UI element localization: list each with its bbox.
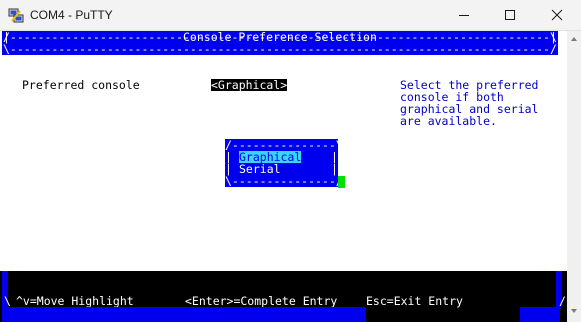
header-border-bottom: \---------------------------------------… <box>3 42 557 56</box>
close-button[interactable] <box>534 0 580 30</box>
hint-move-highlight: ^v=Move Highlight <box>16 294 134 308</box>
preferred-console-value[interactable]: <Graphical> <box>211 79 288 91</box>
title-bar: COM4 - PuTTY <box>0 0 581 31</box>
vertical-scrollbar[interactable] <box>567 31 581 322</box>
scroll-down-icon[interactable] <box>570 307 578 315</box>
hint-exit-entry: Esc=Exit Entry <box>366 294 463 308</box>
maximize-button[interactable] <box>487 0 533 30</box>
window-title: COM4 - PuTTY <box>30 8 113 22</box>
footer-strip-right <box>520 307 560 322</box>
preferred-console-label: Preferred console <box>22 78 140 92</box>
scroll-up-icon[interactable] <box>570 35 578 43</box>
putty-icon <box>8 8 24 23</box>
hint-complete-entry: <Enter>=Complete Entry <box>185 294 338 308</box>
terminal-cursor <box>338 176 345 188</box>
minimize-icon <box>459 15 469 16</box>
footer-strip-left <box>2 307 366 322</box>
header-panel: /---------------------------------------… <box>2 31 558 55</box>
help-line-4: are available. <box>400 114 497 128</box>
footer-left-edge: \ <box>4 294 11 308</box>
minimize-button[interactable] <box>441 0 487 30</box>
close-icon <box>551 9 563 21</box>
console-options-popup: /---------------\ | Graphical | | Serial… <box>225 139 343 187</box>
footer-right-edge: / <box>559 294 566 308</box>
maximize-icon <box>505 10 515 20</box>
terminal-area[interactable]: /---------------------------------------… <box>0 31 567 322</box>
popup-border-bottom: \---------------/ <box>225 174 343 188</box>
